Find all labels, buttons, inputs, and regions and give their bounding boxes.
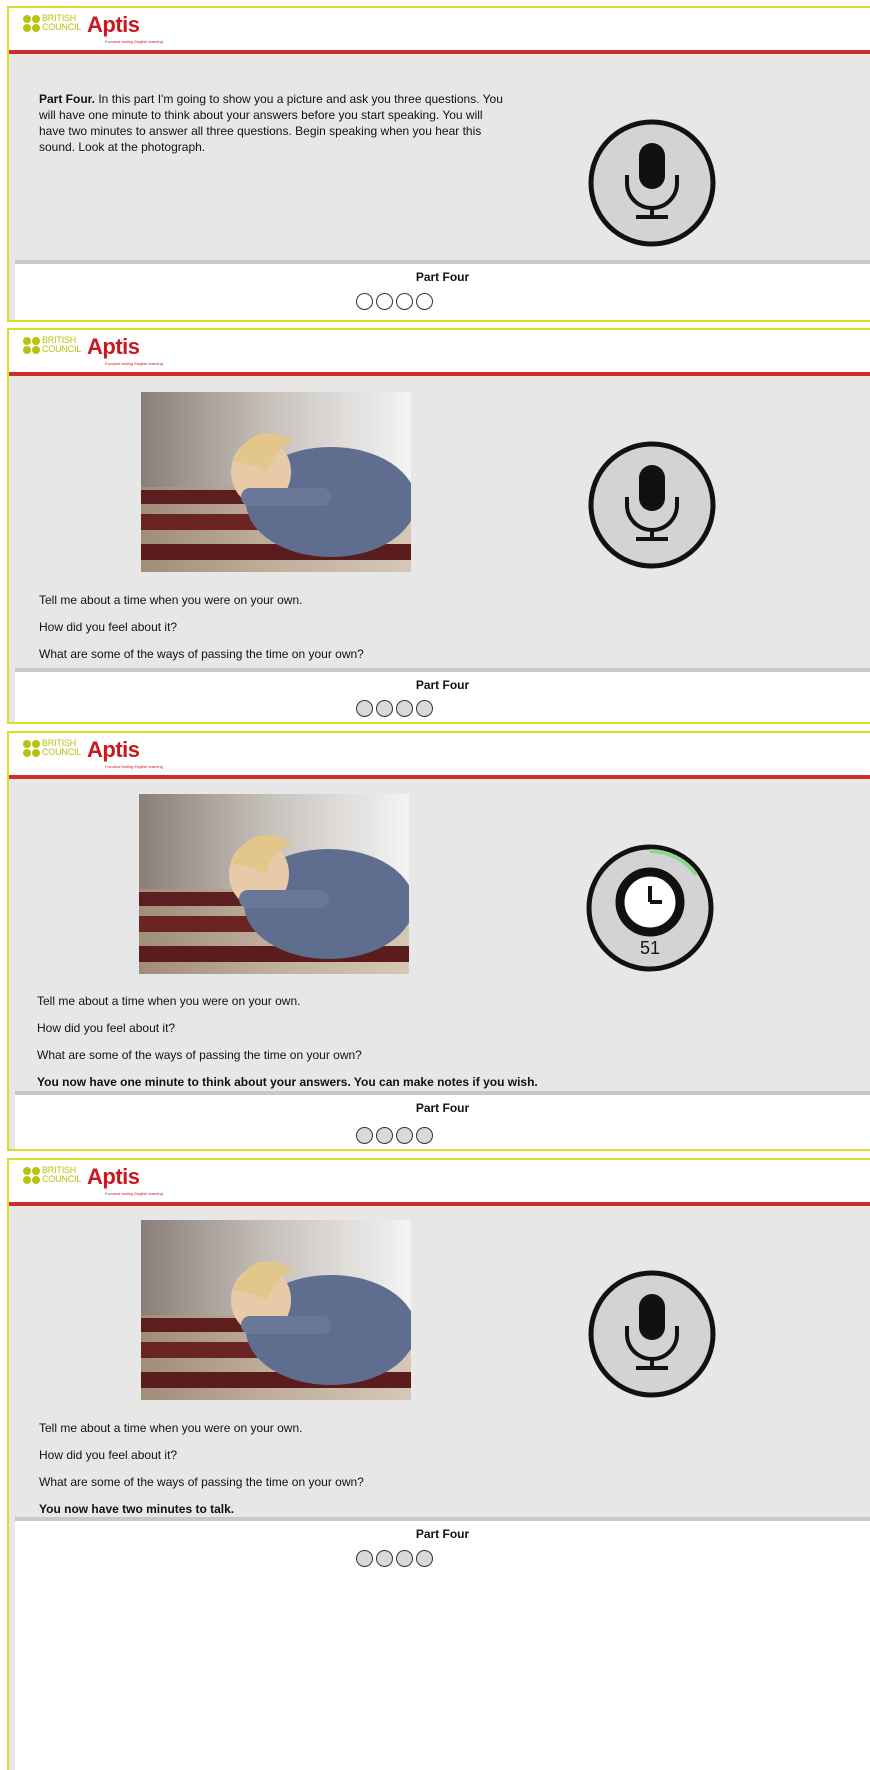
progress-dot [356, 700, 373, 717]
progress-dot [396, 1550, 413, 1567]
screen-intro: BRITISH COUNCIL Aptis Focused testing Eng… [7, 6, 870, 322]
question-3: What are some of the ways of passing the… [39, 1475, 364, 1489]
header: BRITISH COUNCIL Aptis Focused testing Eng… [9, 8, 870, 54]
progress-dot [396, 293, 413, 310]
footer: Part Four [15, 260, 870, 320]
question-3: What are some of the ways of passing the… [39, 647, 364, 661]
progress-dot [416, 700, 433, 717]
british-council-logo: BRITISH COUNCIL [23, 1165, 81, 1189]
screen-speaking: BRITISH COUNCIL Aptis Focused testing Eng… [7, 1158, 870, 1770]
microphone-icon [588, 1270, 716, 1398]
aptis-logo: Aptis [87, 334, 140, 359]
progress-dot [356, 1550, 373, 1567]
header: BRITISH COUNCIL Aptis Focused testing Eng… [9, 330, 870, 376]
footer: Part Four [15, 1091, 870, 1149]
progress-dot [396, 700, 413, 717]
progress-indicator [356, 1550, 433, 1567]
aptis-logo: Aptis [87, 1164, 140, 1189]
microphone-icon [588, 441, 716, 569]
aptis-logo: Aptis [87, 737, 140, 762]
british-council-logo: BRITISH COUNCIL [23, 13, 81, 37]
progress-indicator [356, 1127, 433, 1144]
question-2: How did you feel about it? [39, 1448, 178, 1462]
progress-dot [376, 1127, 393, 1144]
progress-indicator [356, 700, 433, 717]
progress-dot [396, 1127, 413, 1144]
woman-on-bench-photo [141, 392, 411, 572]
progress-dot [416, 1550, 433, 1567]
footer: Part Four [15, 668, 870, 722]
microphone-icon [588, 119, 716, 247]
progress-dot [356, 1127, 373, 1144]
footer-title: Part Four [415, 270, 470, 284]
question-2: How did you feel about it? [37, 1021, 176, 1035]
question-2: How did you feel about it? [39, 620, 178, 634]
question-1: Tell me about a time when you were on yo… [37, 994, 301, 1008]
footer-title: Part Four [415, 1527, 470, 1541]
british-council-logo: BRITISH COUNCIL [23, 335, 81, 359]
header: BRITISH COUNCIL Aptis Focused testing Eng… [9, 1160, 870, 1206]
progress-dot [416, 1127, 433, 1144]
instruction-text: You now have two minutes to talk. [39, 1502, 235, 1516]
woman-on-bench-photo [139, 794, 409, 974]
question-3: What are some of the ways of passing the… [37, 1048, 362, 1062]
timer-icon: 51 [586, 844, 714, 972]
screen-questions: BRITISH COUNCIL Aptis Focused testing Eng… [7, 328, 870, 724]
progress-dot [416, 293, 433, 310]
footer: Part Four [15, 1517, 870, 1770]
intro-text: Part Four. In this part I'm going to sho… [39, 92, 503, 154]
progress-dot [376, 293, 393, 310]
footer-title: Part Four [415, 1101, 470, 1115]
aptis-logo: Aptis [87, 12, 140, 37]
progress-dot [376, 1550, 393, 1567]
instruction-text: You now have one minute to think about y… [37, 1075, 538, 1089]
footer-title: Part Four [415, 678, 470, 692]
header: BRITISH COUNCIL Aptis Focused testing Eng… [9, 733, 870, 779]
progress-indicator [356, 293, 433, 310]
progress-dot [376, 700, 393, 717]
progress-dot [356, 293, 373, 310]
question-1: Tell me about a time when you were on yo… [39, 1421, 303, 1435]
british-council-logo: BRITISH COUNCIL [23, 738, 81, 762]
timer-value: 51 [640, 938, 660, 958]
question-1: Tell me about a time when you were on yo… [39, 593, 303, 607]
woman-on-bench-photo [141, 1220, 411, 1400]
screen-preparation: BRITISH COUNCIL Aptis Focused testing Eng… [7, 731, 870, 1151]
